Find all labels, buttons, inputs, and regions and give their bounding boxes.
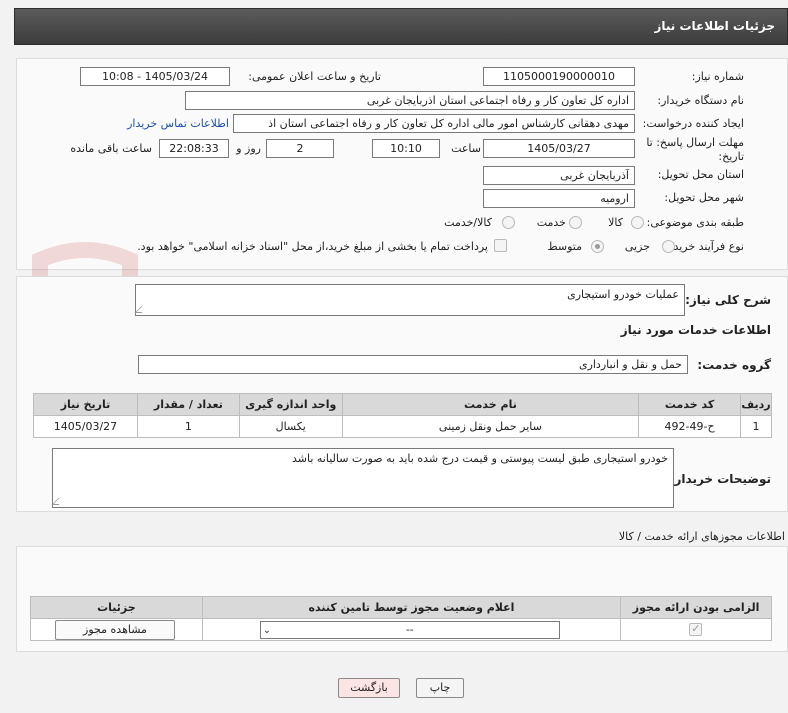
buyer-notes-label: توضیحات خریدار: bbox=[669, 472, 771, 486]
table-row: -- ⌄ مشاهده مجوز bbox=[30, 618, 772, 641]
cell-name: سایر حمل ونقل زمینی bbox=[341, 415, 640, 438]
need-number-field: 1105000190000010 bbox=[483, 67, 635, 86]
permit-status-select[interactable]: -- ⌄ bbox=[259, 621, 560, 639]
deadline-time-field: 10:10 bbox=[372, 139, 440, 158]
permit-status-value: -- bbox=[405, 623, 414, 636]
col-permit-details: جزئیات bbox=[30, 596, 203, 619]
category-option-goods: کالا bbox=[608, 216, 623, 229]
services-table-header: ردیف کد خدمت نام خدمت واحد اندازه گیری ت… bbox=[33, 393, 772, 416]
view-permit-button[interactable]: مشاهده مجوز bbox=[55, 620, 175, 640]
time-label: ساعت bbox=[451, 142, 481, 155]
days-label: روز و bbox=[236, 142, 261, 155]
buyer-notes-field: خودرو استیجاری طبق لیست پیوستی و قیمت در… bbox=[51, 448, 674, 508]
payment-note: پرداخت تمام یا بخشی از مبلغ خرید،از محل … bbox=[137, 240, 488, 253]
deadline-date-field: 1405/03/27 bbox=[483, 139, 635, 158]
col-permit-required: الزامی بودن ارائه مجوز bbox=[620, 596, 772, 619]
service-group-field: حمل و نقل و انبارداری bbox=[138, 355, 688, 374]
description-text: عملیات خودرو استیجاری bbox=[567, 288, 679, 301]
need-info-panel bbox=[16, 58, 788, 270]
city-label: شهر محل تحویل: bbox=[664, 191, 744, 204]
cell-code: ح-49-492 bbox=[638, 415, 742, 438]
process-radio-minor[interactable] bbox=[662, 240, 675, 253]
chevron-down-icon: ⌄ bbox=[262, 625, 272, 636]
page-header: جزئیات اطلاعات نیاز bbox=[14, 8, 788, 45]
province-field: آذربایجان غربی bbox=[483, 166, 635, 185]
cell-qty: 1 bbox=[136, 415, 240, 438]
col-row: ردیف bbox=[740, 393, 772, 416]
col-date: تاریخ نیاز bbox=[33, 393, 138, 416]
permit-required-checkbox bbox=[689, 622, 703, 636]
buyer-notes-text: خودرو استیجاری طبق لیست پیوستی و قیمت در… bbox=[291, 452, 668, 465]
cell-permit-required bbox=[620, 618, 772, 641]
col-unit: واحد اندازه گیری bbox=[238, 393, 343, 416]
category-radio-service[interactable] bbox=[569, 216, 582, 229]
resize-handle-icon[interactable] bbox=[134, 306, 149, 313]
print-button[interactable]: چاپ bbox=[416, 678, 464, 698]
deadline-label: مهلت ارسال پاسخ: تا تاریخ: bbox=[638, 136, 744, 164]
col-permit-status: اعلام وضعیت مجوز توسط تامین کننده bbox=[201, 596, 622, 619]
announce-label: تاریخ و ساعت اعلان عمومی: bbox=[248, 70, 381, 83]
process-option-minor: جزیی bbox=[624, 240, 650, 253]
cell-unit: یکسال bbox=[238, 415, 343, 438]
col-name: نام خدمت bbox=[341, 393, 640, 416]
back-button[interactable]: بازگشت bbox=[338, 678, 400, 698]
requester-label: ایجاد کننده درخواست: bbox=[642, 117, 744, 130]
service-group-label: گروه خدمت: bbox=[697, 358, 771, 372]
contact-buyer-link[interactable]: اطلاعات تماس خریدار bbox=[127, 117, 229, 130]
province-label: استان محل تحویل: bbox=[657, 168, 744, 181]
table-row: 1 ح-49-492 سایر حمل ونقل زمینی یکسال 1 1… bbox=[33, 415, 772, 438]
description-field: عملیات خودرو استیجاری bbox=[134, 284, 685, 316]
process-option-medium: متوسط bbox=[547, 240, 582, 253]
category-radio-goods[interactable] bbox=[631, 216, 644, 229]
category-radio-goods-service[interactable] bbox=[502, 216, 515, 229]
announce-field: 1405/03/24 - 10:08 bbox=[80, 67, 230, 86]
remaining-time-field: 22:08:33 bbox=[159, 139, 229, 158]
col-qty: تعداد / مقدار bbox=[136, 393, 240, 416]
cell-row: 1 bbox=[740, 415, 772, 438]
category-option-goods-service: کالا/خدمت bbox=[444, 216, 492, 229]
remaining-label: ساعت باقی مانده bbox=[70, 142, 152, 155]
days-field: 2 bbox=[266, 139, 334, 158]
category-option-service: خدمت bbox=[536, 216, 566, 229]
services-section-title: اطلاعات خدمات مورد نیاز bbox=[620, 323, 771, 337]
description-label: شرح کلی نیاز: bbox=[685, 293, 771, 307]
process-radio-medium[interactable] bbox=[591, 240, 604, 253]
services-table: ردیف کد خدمت نام خدمت واحد اندازه گیری ت… bbox=[33, 393, 772, 438]
col-code: کد خدمت bbox=[638, 393, 742, 416]
resize-handle-icon[interactable] bbox=[51, 498, 66, 505]
process-label: نوع فرآیند خرید : bbox=[666, 240, 744, 253]
cell-permit-details: مشاهده مجوز bbox=[30, 618, 203, 641]
city-field: ارومیه bbox=[483, 189, 635, 208]
buyer-org-field: اداره کل تعاون کار و رفاه اجتماعی استان … bbox=[185, 91, 635, 110]
cell-date: 1405/03/27 bbox=[33, 415, 138, 438]
page-title: جزئیات اطلاعات نیاز bbox=[654, 19, 775, 33]
deadline-label-text: مهلت ارسال پاسخ: تا تاریخ: bbox=[646, 136, 744, 163]
permits-table: الزامی بودن ارائه مجوز اعلام وضعیت مجوز … bbox=[30, 596, 772, 641]
treasury-payment-checkbox[interactable] bbox=[494, 239, 507, 252]
need-number-label: شماره نیاز: bbox=[691, 70, 744, 83]
requester-field: مهدی دهقانی کارشناس امور مالی اداره کل ت… bbox=[233, 114, 635, 133]
permits-section-title: اطلاعات مجوزهای ارائه خدمت / کالا bbox=[618, 530, 785, 543]
category-label: طبقه بندی موضوعی: bbox=[646, 216, 744, 229]
buyer-org-label: نام دستگاه خریدار: bbox=[657, 94, 744, 107]
permits-table-header: الزامی بودن ارائه مجوز اعلام وضعیت مجوز … bbox=[30, 596, 772, 619]
cell-permit-status: -- ⌄ bbox=[201, 618, 622, 641]
